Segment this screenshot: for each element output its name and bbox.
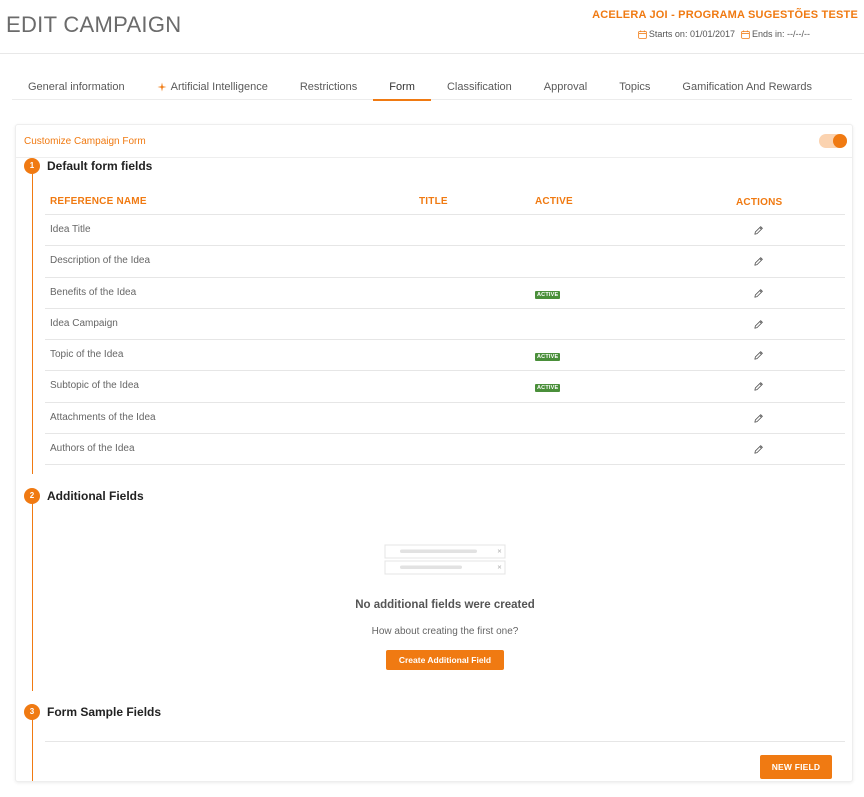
section-title-form-sample-fields: Form Sample Fields: [47, 705, 162, 719]
reference-name-cell: Attachments of the Idea: [50, 411, 156, 423]
start-date-text: Starts on: 01/01/2017: [648, 29, 735, 39]
table-header: REFERENCE NAME TITLE ACTIVE ACTIONS: [45, 190, 845, 215]
start-date: Starts on: 01/01/2017: [638, 29, 735, 39]
active-badge: ACTIVE: [535, 384, 561, 393]
step-number: 1: [24, 158, 40, 174]
tab-label: Classification: [446, 81, 512, 93]
tab-general-information[interactable]: General information: [12, 78, 141, 100]
pencil-icon[interactable]: [753, 350, 764, 361]
section-title-default-fields: Default form fields: [47, 159, 153, 173]
table-row: Description of the Idea: [45, 246, 845, 278]
calendar-icon: [638, 29, 647, 39]
customize-form-label: Customize Campaign Form: [24, 136, 146, 147]
reference-name-cell: Idea Title: [50, 224, 91, 235]
tab-approval[interactable]: Approval: [528, 78, 603, 100]
page-title: EDIT CAMPAIGN: [6, 12, 182, 37]
calendar-icon: [741, 29, 750, 39]
campaign-dates: Starts on: 01/01/2017 Ends in: --/--/--: [638, 29, 810, 39]
empty-list-illustration: [384, 544, 506, 575]
step-line: [32, 719, 33, 781]
column-header-active: ACTIVE: [535, 196, 573, 207]
new-field-button[interactable]: NEW FIELD: [760, 755, 832, 779]
step-line: [32, 503, 33, 691]
pencil-icon[interactable]: [753, 225, 764, 236]
column-header-reference-name: REFERENCE NAME: [50, 196, 147, 207]
sparkle-icon: [157, 82, 167, 92]
tab-bar: General information Artificial Intellige…: [12, 78, 852, 101]
tab-restrictions[interactable]: Restrictions: [284, 78, 373, 100]
pencil-icon[interactable]: [753, 256, 764, 267]
reference-name-cell: Benefits of the Idea: [50, 286, 137, 298]
tab-label: Restrictions: [299, 81, 358, 93]
table-row: Attachments of the Idea: [45, 403, 845, 435]
toggle-knob: [833, 134, 847, 148]
reference-name-cell: Topic of the Idea: [50, 349, 124, 361]
tab-topics[interactable]: Topics: [603, 78, 666, 100]
section-title-additional-fields: Additional Fields: [47, 489, 144, 503]
step-number: 3: [24, 704, 40, 720]
reference-name-cell: Idea Campaign: [50, 317, 118, 329]
reference-name-cell: Subtopic of the Idea: [50, 380, 139, 392]
table-row: Idea Campaign: [45, 309, 845, 341]
pencil-icon[interactable]: [753, 319, 764, 330]
page-header: EDIT CAMPAIGN ACELERA JOI - PROGRAMA SUG…: [0, 0, 864, 54]
table-row: Idea Title: [45, 215, 845, 247]
reference-name-cell: Authors of the Idea: [50, 443, 135, 455]
table-row: Topic of the Idea ACTIVE: [45, 340, 845, 372]
campaign-name: ACELERA JOI - PROGRAMA SUGESTÕES TESTE: [592, 9, 858, 21]
pencil-icon[interactable]: [753, 288, 764, 299]
tab-label: General information: [28, 81, 125, 93]
tab-label: Gamification And Rewards: [682, 81, 813, 93]
end-date-text: Ends in: --/--/--: [751, 29, 810, 39]
empty-state-title: No additional fields were created: [355, 599, 535, 611]
pencil-icon[interactable]: [753, 413, 764, 424]
column-header-title: TITLE: [419, 196, 448, 207]
reference-name-cell: Description of the Idea: [50, 255, 151, 267]
card-header: Customize Campaign Form: [16, 125, 852, 158]
tab-gamification-and-rewards[interactable]: Gamification And Rewards: [666, 78, 828, 100]
create-additional-field-button[interactable]: Create Additional Field: [386, 650, 504, 670]
step-line: [32, 174, 33, 474]
table-row: Benefits of the Idea ACTIVE: [45, 278, 845, 309]
customize-form-toggle[interactable]: [819, 134, 847, 148]
pencil-icon[interactable]: [753, 444, 764, 455]
tab-label: Approval: [543, 81, 588, 93]
empty-state-subtitle: How about creating the first one?: [371, 626, 519, 637]
tab-label: Artificial Intelligence: [170, 81, 268, 93]
pencil-icon[interactable]: [753, 381, 764, 392]
table-row: Authors of the Idea: [45, 434, 845, 466]
tab-label: Form: [389, 81, 415, 93]
default-fields-table: REFERENCE NAME TITLE ACTIVE ACTIONS Idea…: [45, 190, 845, 466]
tab-artificial-intelligence[interactable]: Artificial Intelligence: [141, 78, 284, 100]
active-badge: ACTIVE: [535, 353, 561, 362]
column-header-actions: ACTIONS: [736, 197, 783, 208]
divider: [45, 741, 845, 742]
end-date: Ends in: --/--/--: [741, 29, 810, 39]
tab-form[interactable]: Form: [373, 78, 431, 101]
table-body: Idea Title Description of the Idea Benefit…: [45, 215, 845, 466]
table-row: Subtopic of the Idea ACTIVE: [45, 371, 845, 403]
step-number: 2: [24, 488, 40, 504]
active-badge: ACTIVE: [535, 290, 561, 299]
tab-label: Topics: [619, 81, 651, 93]
tab-classification[interactable]: Classification: [431, 78, 528, 100]
